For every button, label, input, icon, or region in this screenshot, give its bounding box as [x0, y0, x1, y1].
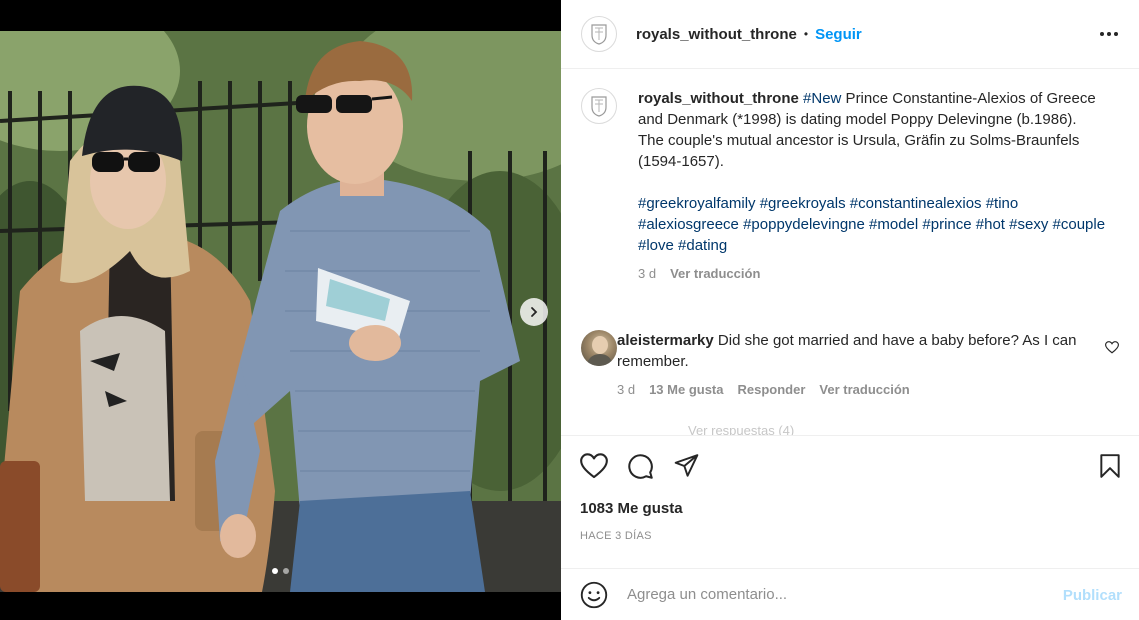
caption-meta: 3 d Ver traducción: [638, 266, 1108, 281]
hashtag-link[interactable]: #tino: [986, 195, 1019, 212]
caption-line-2: The couple's mutual ancestor is Ursula, …: [638, 132, 1080, 170]
caption-text: royals_without_throne #New Prince Consta…: [638, 88, 1108, 256]
comment-meta: 3 d 13 Me gusta Responder Ver traducción: [617, 382, 1077, 397]
comments-section: royals_without_throne #New Prince Consta…: [561, 70, 1139, 435]
commenter-avatar[interactable]: [581, 330, 617, 366]
comment-item: aleistermarky Did she got married and ha…: [581, 330, 1121, 397]
hashtag-link[interactable]: #couple: [1053, 216, 1106, 233]
caption: royals_without_throne #New Prince Consta…: [581, 88, 1121, 281]
heart-icon[interactable]: [580, 453, 608, 479]
hashtag-link[interactable]: #greekroyalfamily: [638, 195, 756, 212]
post-header: royals_without_throne • Seguir: [561, 0, 1139, 69]
hashtag-link[interactable]: #constantinealexios: [850, 195, 982, 212]
caption-time: 3 d: [638, 266, 657, 281]
chevron-right-icon: [531, 307, 538, 317]
user-photo-icon: [586, 336, 613, 366]
more-options-button[interactable]: [1099, 24, 1119, 44]
emoji-icon[interactable]: [580, 581, 608, 609]
carousel-dot: [283, 568, 289, 574]
comment-text: aleistermarky Did she got married and ha…: [617, 330, 1077, 372]
hashtag-new[interactable]: #New: [803, 90, 841, 107]
author-username[interactable]: royals_without_throne: [636, 26, 797, 43]
photo-illustration: [0, 31, 561, 592]
hashtag-link[interactable]: #dating: [678, 237, 727, 254]
paper-plane-icon[interactable]: [673, 453, 700, 479]
comment-input[interactable]: [627, 586, 1047, 603]
post-timestamp: HACE 3 DÍAS: [580, 530, 652, 542]
crest-icon: [591, 96, 607, 117]
hashtag-link[interactable]: #alexiosgreece: [638, 216, 739, 233]
next-slide-button[interactable]: [520, 298, 548, 326]
more-horizontal-icon: [1100, 32, 1118, 36]
comment-like-heart-icon[interactable]: [1105, 341, 1119, 354]
comment-likes[interactable]: 13 Me gusta: [649, 382, 723, 397]
carousel-dot-active: [272, 568, 278, 574]
follow-button[interactable]: Seguir: [815, 26, 862, 43]
hashtag-link[interactable]: #sexy: [1009, 216, 1048, 233]
action-bar: [561, 435, 1139, 493]
comment-time: 3 d: [617, 382, 636, 397]
comment-bubble-icon[interactable]: [627, 453, 654, 480]
caption-hashtags: #greekroyalfamily #greekroyals #constant…: [638, 195, 1105, 254]
publish-button[interactable]: Publicar: [1063, 587, 1122, 604]
post-photo[interactable]: [0, 31, 561, 592]
commenter-username[interactable]: aleistermarky: [617, 332, 714, 349]
hashtag-link[interactable]: #hot: [976, 216, 1005, 233]
hashtag-link[interactable]: #greekroyals: [760, 195, 846, 212]
hashtag-link[interactable]: #model: [869, 216, 918, 233]
view-replies-link[interactable]: Ver respuestas (4): [688, 423, 794, 435]
crest-icon: [591, 24, 607, 45]
likes-count[interactable]: 1083 Me gusta: [580, 500, 683, 517]
bookmark-icon[interactable]: [1099, 453, 1121, 479]
hashtag-link[interactable]: #love: [638, 237, 674, 254]
hashtag-link[interactable]: #prince: [922, 216, 971, 233]
comment-translate-link[interactable]: Ver traducción: [819, 382, 909, 397]
reply-button[interactable]: Responder: [738, 382, 806, 397]
author-avatar[interactable]: [581, 16, 617, 52]
caption-username[interactable]: royals_without_throne: [638, 90, 799, 107]
post-side-panel: royals_without_throne • Seguir royals_wi…: [561, 0, 1139, 620]
caption-translate-link[interactable]: Ver traducción: [670, 266, 760, 281]
caption-avatar[interactable]: [581, 88, 617, 124]
carousel-indicator: [0, 568, 561, 574]
separator-dot: •: [803, 27, 809, 41]
add-comment-bar: Publicar: [561, 568, 1139, 620]
post-media: [0, 0, 561, 620]
hashtag-link[interactable]: #poppydelevingne: [743, 216, 865, 233]
